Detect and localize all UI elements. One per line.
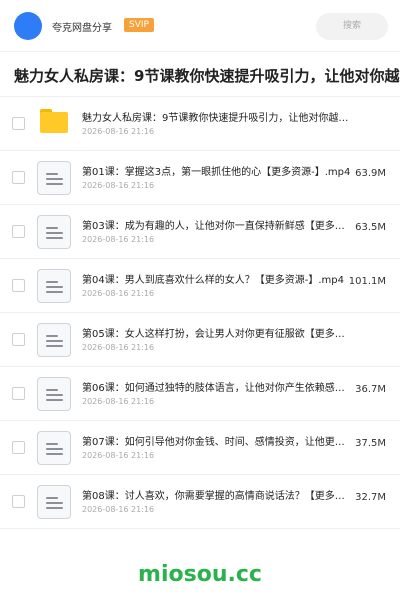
file-date: 2026-08-16 21:16: [82, 343, 155, 352]
file-date: 2026-08-16 21:16: [82, 505, 155, 514]
row-checkbox[interactable]: [12, 333, 25, 346]
file-date: 2026-08-16 21:16: [82, 451, 155, 460]
file-date: 2026-08-16 21:16: [82, 235, 155, 244]
file-size: 101.1M: [348, 276, 386, 287]
file-name[interactable]: 第05课：女人这样打扮，会让男人对你更有征服欲【更多资源-】.mp4: [82, 325, 354, 340]
site-title: 夸克网盘分享: [52, 23, 112, 34]
file-date: 2026-08-16 21:16: [82, 397, 155, 406]
document-icon: [37, 161, 71, 195]
search-input[interactable]: 搜索: [316, 13, 388, 40]
file-row[interactable]: 第08课：讨人喜欢，你需要掌握的高情商说话法？【更多资源-】.mp4 2026-…: [0, 475, 400, 529]
document-icon: [37, 269, 71, 303]
file-date: 2026-08-16 21:16: [82, 127, 155, 136]
file-date: 2026-08-16 21:16: [82, 289, 155, 298]
file-row[interactable]: 魅力女人私房课：9节课教你快速提升吸引力，让他对你越陷越深 2026-08-16…: [0, 97, 400, 151]
file-size: 32.7M: [355, 492, 386, 503]
file-row[interactable]: 第04课：男人到底喜欢什么样的女人？【更多资源-】.mp4 2026-08-16…: [0, 259, 400, 313]
file-name[interactable]: 第07课：如何引导他对你金钱、时间、感情投资，让他更爱你.mp4: [82, 433, 354, 448]
file-name[interactable]: 魅力女人私房课：9节课教你快速提升吸引力，让他对你越陷越深: [82, 109, 354, 124]
document-icon: [37, 215, 71, 249]
file-row[interactable]: 第05课：女人这样打扮，会让男人对你更有征服欲【更多资源-】.mp4 2026-…: [0, 313, 400, 367]
folder-icon: [40, 109, 68, 133]
file-date: 2026-08-16 21:16: [82, 181, 155, 190]
file-list: 魅力女人私房课：9节课教你快速提升吸引力，让他对你越陷越深 2026-08-16…: [0, 97, 400, 529]
document-icon: [37, 323, 71, 357]
row-checkbox[interactable]: [12, 495, 25, 508]
file-row[interactable]: 第07课：如何引导他对你金钱、时间、感情投资，让他更爱你.mp4 2026-08…: [0, 421, 400, 475]
watermark-logo: miosou.cc: [138, 562, 262, 587]
row-checkbox[interactable]: [12, 387, 25, 400]
svip-badge: SVIP: [124, 18, 154, 32]
file-name[interactable]: 第08课：讨人喜欢，你需要掌握的高情商说话法？【更多资源-】.mp4: [82, 487, 354, 502]
row-checkbox[interactable]: [12, 171, 25, 184]
document-icon: [37, 431, 71, 465]
share-title: 魅力女人私房课：9节课教你快速提升吸引力，让他对你越陷越深: [14, 67, 400, 85]
file-name[interactable]: 第03课：成为有趣的人，让他对你一直保持新鲜感【更多资源-】.mp4: [82, 217, 354, 232]
file-name[interactable]: 第01课：掌握这3点，第一眼抓住他的心【更多资源-】.mp4: [82, 163, 354, 178]
header-bar: 夸克网盘分享 SVIP 搜索: [0, 0, 400, 52]
file-size: 63.9M: [355, 168, 386, 179]
row-checkbox[interactable]: [12, 225, 25, 238]
file-size: 37.5M: [355, 438, 386, 449]
file-row[interactable]: 第03课：成为有趣的人，让他对你一直保持新鲜感【更多资源-】.mp4 2026-…: [0, 205, 400, 259]
document-icon: [37, 485, 71, 519]
document-icon: [37, 377, 71, 411]
file-size: 36.7M: [355, 384, 386, 395]
row-checkbox[interactable]: [12, 117, 25, 130]
row-checkbox[interactable]: [12, 279, 25, 292]
file-name[interactable]: 第04课：男人到底喜欢什么样的女人？【更多资源-】.mp4: [82, 271, 354, 286]
file-row[interactable]: 第01课：掌握这3点，第一眼抓住他的心【更多资源-】.mp4 2026-08-1…: [0, 151, 400, 205]
file-size: 63.5M: [355, 222, 386, 233]
file-row[interactable]: 第06课：如何通过独特的肢体语言，让他对你产生依赖感【更多资源-】.mp4 20…: [0, 367, 400, 421]
avatar[interactable]: [14, 12, 42, 40]
file-name[interactable]: 第06课：如何通过独特的肢体语言，让他对你产生依赖感【更多资源-】.mp4: [82, 379, 354, 394]
row-checkbox[interactable]: [12, 441, 25, 454]
